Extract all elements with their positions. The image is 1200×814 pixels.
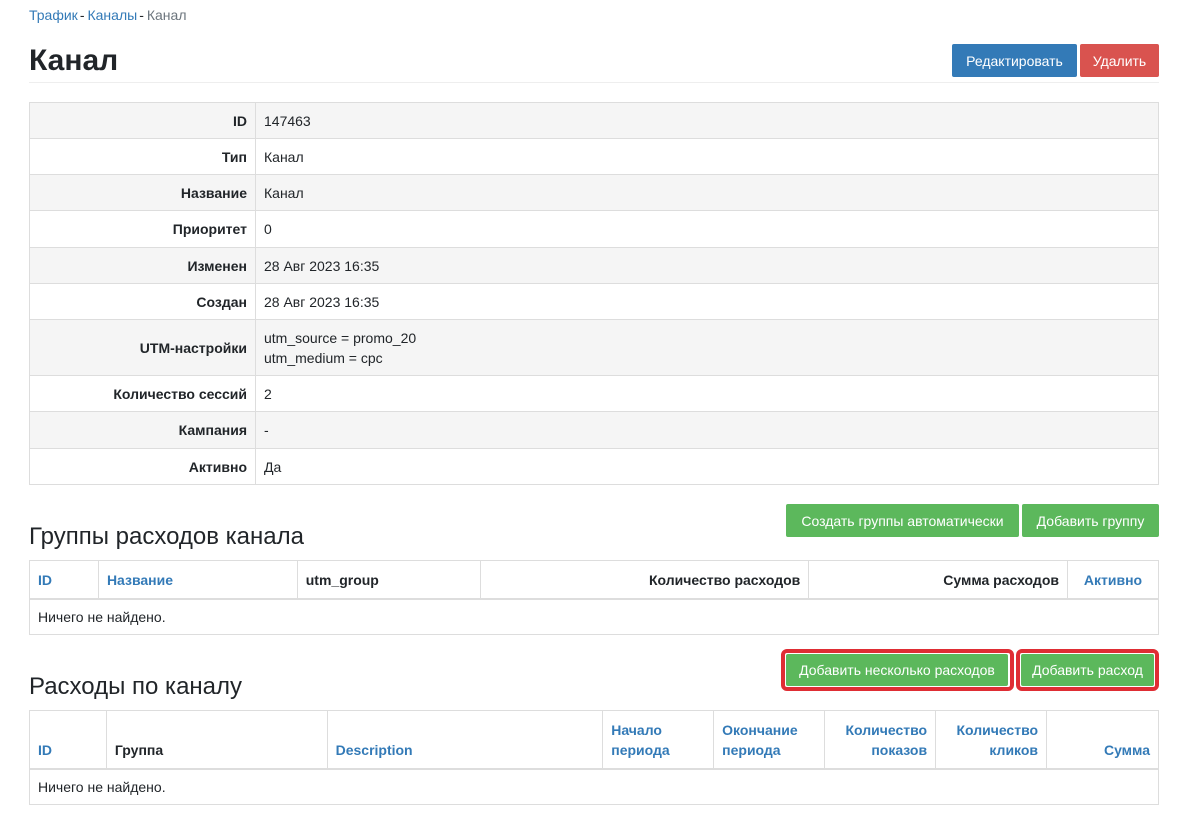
column-header-sum-text: Сумма <box>1103 741 1150 758</box>
detail-label: Название <box>29 174 256 211</box>
expenses-section-title: Расходы по каналу <box>29 673 243 700</box>
detail-row-priority: Приоритет 0 <box>29 210 1159 248</box>
groups-header-row: ID Название utm_group Количество расходо… <box>29 560 1160 600</box>
empty-message: Ничего не найдено. <box>29 598 1159 635</box>
column-header-sum[interactable]: Сумма <box>1046 710 1159 770</box>
column-header-clicks-line2: кликов <box>989 741 1039 758</box>
table-row-empty: Ничего не найдено. <box>29 598 1159 635</box>
detail-label: Тип <box>29 138 256 175</box>
detail-value: - <box>255 411 1159 449</box>
detail-label: Создан <box>29 283 256 320</box>
detail-row-id: ID 147463 <box>29 102 1159 139</box>
column-header-period-end[interactable]: Окончание периода <box>713 710 826 770</box>
utm-medium-line: utm_medium = cpc <box>264 349 383 366</box>
delete-button[interactable]: Удалить <box>1080 44 1159 77</box>
column-header-period-end-line2: периода <box>722 741 781 758</box>
detail-label: Приоритет <box>29 210 256 248</box>
column-header-period-start[interactable]: Начало периода <box>602 710 715 770</box>
detail-row-utm: UTM-настройки utm_source = promo_20 utm_… <box>29 319 1159 376</box>
table-row-empty: Ничего не найдено. <box>29 768 1159 805</box>
column-header-expenses-sum: Сумма расходов <box>808 560 1068 600</box>
column-header-impressions-line1: Количество <box>845 721 928 738</box>
breadcrumb-traffic-link[interactable]: Трафик <box>29 7 78 23</box>
page-title: Канал <box>29 44 119 77</box>
title-divider <box>29 82 1159 83</box>
breadcrumb-separator: - <box>139 7 144 23</box>
column-header-id-text: ID <box>38 741 52 758</box>
detail-value-utm: utm_source = promo_20 utm_medium = cpc <box>255 319 1159 376</box>
groups-table: ID Название utm_group Количество расходо… <box>29 560 1160 635</box>
add-many-expenses-button[interactable]: Добавить несколько расходов <box>786 654 1008 686</box>
breadcrumb: Трафик - Каналы - Канал <box>29 5 187 25</box>
add-group-button[interactable]: Добавить группу <box>1022 504 1159 537</box>
breadcrumb-current: Канал <box>146 7 187 23</box>
column-header-id[interactable]: ID <box>29 710 107 770</box>
column-header-expenses-count: Количество расходов <box>479 560 810 600</box>
column-header-period-end-line1: Окончание <box>722 721 798 738</box>
column-header-clicks[interactable]: Количество кликов <box>935 710 1048 770</box>
detail-value: 147463 <box>255 102 1159 139</box>
detail-label: UTM-настройки <box>29 319 256 376</box>
detail-label: Активно <box>29 448 256 485</box>
add-expense-button[interactable]: Добавить расход <box>1021 654 1154 686</box>
detail-value: 0 <box>255 210 1159 248</box>
detail-value: Канал <box>255 138 1159 175</box>
expenses-header-row: ID Группа Description Начало периода Око… <box>29 710 1159 770</box>
column-header-group-text: Группа <box>114 741 164 758</box>
column-header-impressions-line2: показов <box>871 741 928 758</box>
detail-row-modified: Изменен 28 Авг 2023 16:35 <box>29 247 1159 284</box>
expenses-table: ID Группа Description Начало периода Око… <box>29 710 1159 805</box>
column-header-utm-group: utm_group <box>296 560 481 600</box>
detail-value: Канал <box>255 174 1159 211</box>
column-header-period-start-line1: Начало <box>611 721 662 738</box>
detail-value: Да <box>255 448 1159 485</box>
detail-row-campaign: Кампания - <box>29 411 1159 449</box>
groups-section-title: Группы расходов канала <box>29 523 304 550</box>
column-header-description[interactable]: Description <box>326 710 604 770</box>
detail-row-name: Название Канал <box>29 174 1159 211</box>
detail-row-created: Создан 28 Авг 2023 16:35 <box>29 283 1159 320</box>
detail-value: 28 Авг 2023 16:35 <box>255 283 1159 320</box>
detail-label: Кампания <box>29 411 256 449</box>
detail-value: 2 <box>255 375 1159 412</box>
edit-button[interactable]: Редактировать <box>952 44 1077 77</box>
detail-label: Изменен <box>29 247 256 284</box>
column-header-active[interactable]: Активно <box>1066 560 1160 600</box>
column-header-description-text: Description <box>335 741 413 758</box>
column-header-group: Группа <box>105 710 328 770</box>
detail-row-sessions: Количество сессий 2 <box>29 375 1159 412</box>
detail-value: 28 Авг 2023 16:35 <box>255 247 1159 284</box>
empty-message: Ничего не найдено. <box>29 768 1159 805</box>
detail-label: ID <box>29 102 256 139</box>
detail-row-active: Активно Да <box>29 448 1159 485</box>
utm-source-line: utm_source = promo_20 <box>264 329 417 346</box>
create-groups-auto-button[interactable]: Создать группы автоматически <box>786 504 1019 537</box>
detail-row-type: Тип Канал <box>29 138 1159 175</box>
page: Трафик - Каналы - Канал Канал Редактировать … <box>0 0 1200 814</box>
channel-details-table: ID 147463 Тип Канал Название Канал Приор… <box>29 102 1159 485</box>
column-header-impressions[interactable]: Количество показов <box>824 710 937 770</box>
column-header-period-start-line2: периода <box>611 741 670 758</box>
column-header-clicks-line1: Количество <box>956 721 1039 738</box>
column-header-name[interactable]: Название <box>97 560 298 600</box>
breadcrumb-channels-link[interactable]: Каналы <box>87 7 137 23</box>
column-header-id[interactable]: ID <box>29 560 99 600</box>
detail-label: Количество сессий <box>29 375 256 412</box>
